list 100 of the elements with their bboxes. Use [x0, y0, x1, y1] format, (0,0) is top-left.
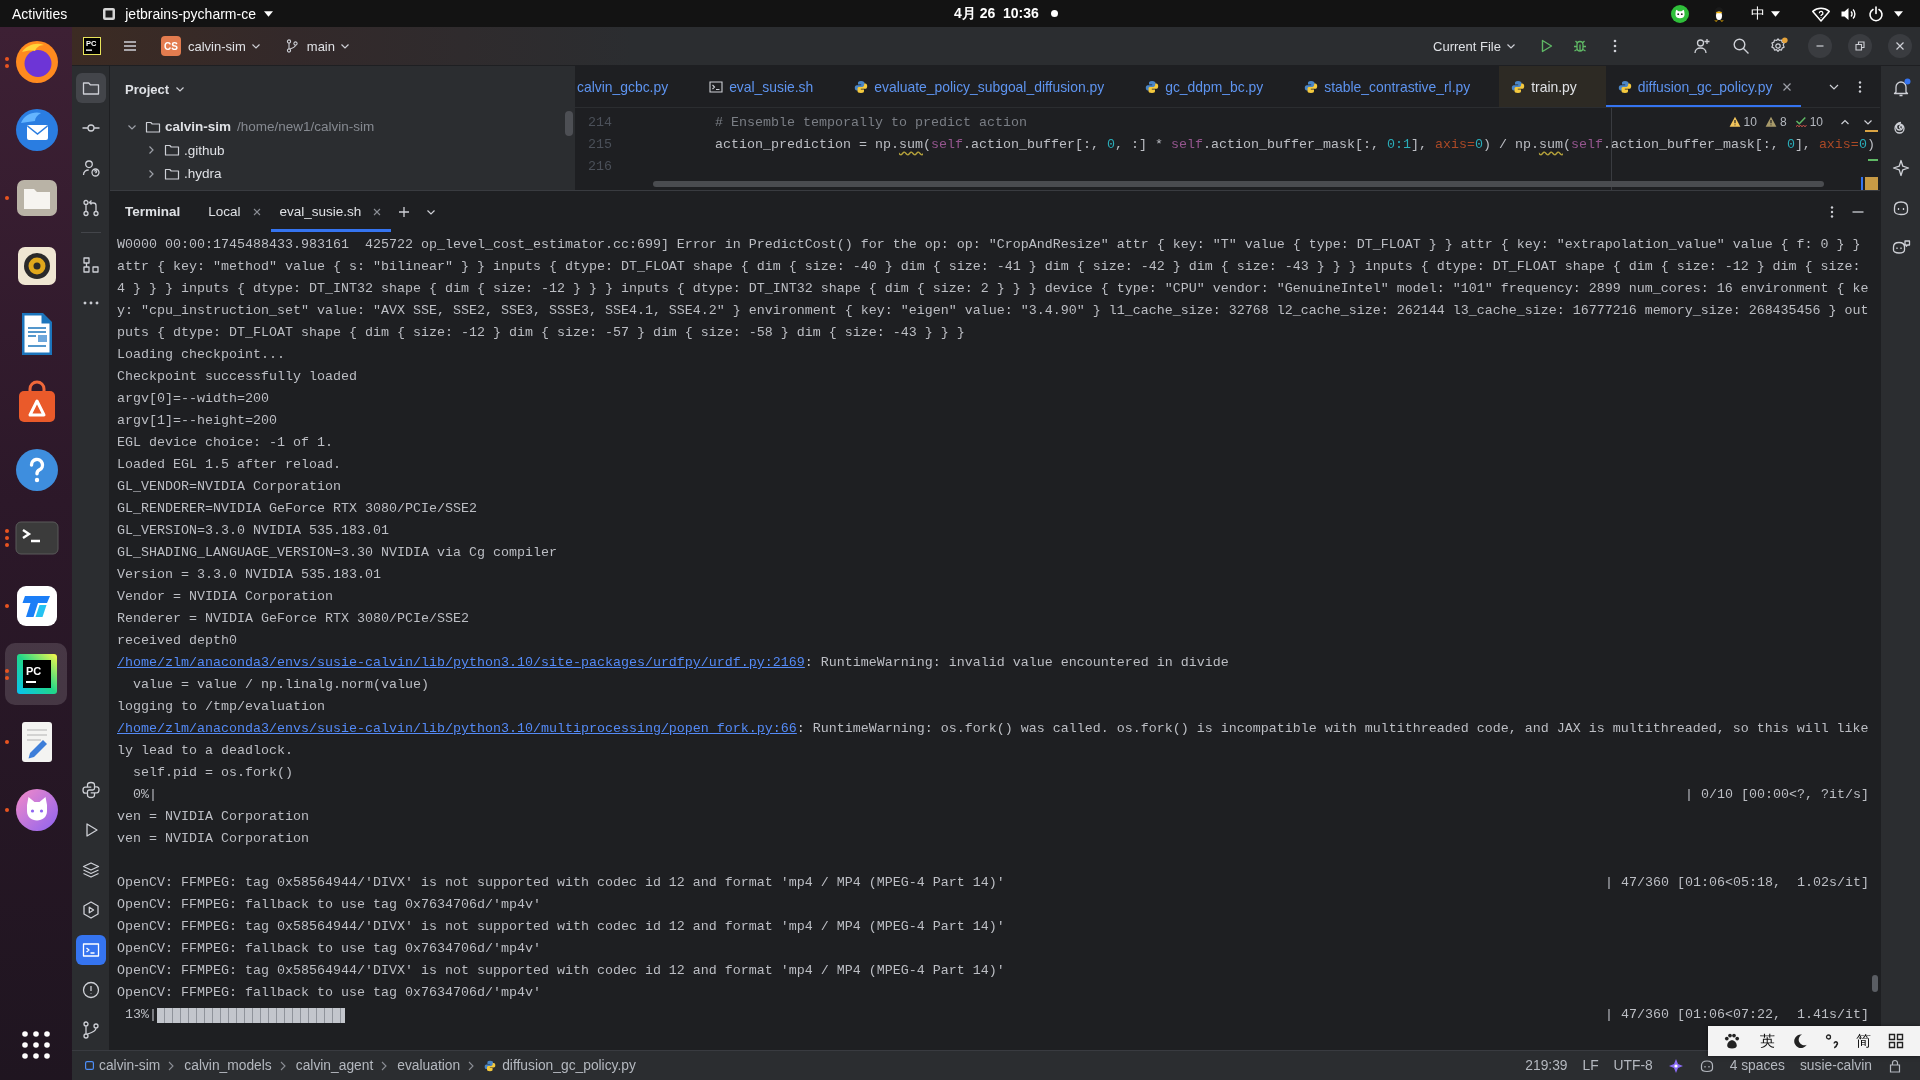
- terminal-line: OpenCV: FFMPEG: tag 0x58564944/'DIVX' is not supported with codec id 12 and format 'mp4 / MP4 (MPEG-4 Part 14)': [117, 918, 1005, 936]
- typos-indicator[interactable]: 10: [1794, 115, 1823, 129]
- close-icon[interactable]: [1781, 80, 1794, 93]
- python-file-icon: [854, 79, 869, 94]
- python-icon[interactable]: [80, 780, 101, 800]
- code-line: action_prediction = np.sum(self.action_buffer[:, 0, :] * self.action_buffer_mask[:, 0:1], axis=0) / np.sum(self.action_buffer_mask[:, 0], axis=0): [715, 136, 1875, 152]
- file-link[interactable]: /home/zlm/anaconda3/envs/susie-calvin/lib/python3.10/site-packages/urdfpy/urdf.py:2169: [117, 655, 805, 670]
- weak-warnings-indicator[interactable]: 8: [1764, 115, 1787, 129]
- hexagon-play-icon[interactable]: [80, 900, 101, 920]
- power-icon[interactable]: [1868, 5, 1884, 22]
- workspace-switcher[interactable]: CS calvin-sim: [161, 32, 261, 60]
- terminal-line: W0000 00:00:1745488433.983161 425722 op_level_cost_estimator.cc:699] Error in PredictCost() for the op: op: "CropAndResize" attr { key: "T" value { type: DT_FLOAT } } attr { key: "extrapolation_value" value { f: 0 } }: [117, 236, 1861, 254]
- language-toggle[interactable]: 英: [1760, 1031, 1775, 1051]
- dock-item[interactable]: PC: [5, 643, 67, 705]
- script-toggle[interactable]: 简: [1856, 1031, 1871, 1051]
- menu-icon[interactable]: [122, 38, 138, 54]
- close-icon[interactable]: [373, 207, 382, 216]
- punctuation-icon[interactable]: [1825, 1033, 1839, 1049]
- file-encoding[interactable]: UTF-8: [1613, 1058, 1653, 1073]
- question-mark-icon[interactable]: [13, 446, 61, 494]
- horizontal-scrollbar[interactable]: [653, 181, 1824, 187]
- terminal-tab[interactable]: eval_susie.sh: [270, 191, 392, 232]
- robot-face-icon[interactable]: [1698, 1057, 1715, 1074]
- chevron-right-icon[interactable]: [146, 145, 156, 156]
- app-menu[interactable]: jetbrains-pycharm-ce: [102, 5, 273, 22]
- warnings-indicator[interactable]: 10: [1728, 115, 1757, 129]
- interpreter-setting[interactable]: susie-calvin: [1799, 1058, 1872, 1073]
- editor-tab[interactable]: train.py: [1499, 66, 1606, 107]
- branch-selector[interactable]: main: [284, 32, 350, 60]
- scrollbar-thumb[interactable]: [1872, 975, 1878, 992]
- caret-icon[interactable]: [1894, 10, 1903, 17]
- editor-tab[interactable]: gc_ddpm_bc.py: [1133, 66, 1293, 107]
- plus-icon[interactable]: [398, 205, 411, 218]
- close-icon[interactable]: [252, 207, 261, 216]
- editor-tab[interactable]: calvin_gcbc.py: [575, 66, 698, 107]
- line-separator[interactable]: LF: [1582, 1058, 1599, 1073]
- input-method-menu[interactable]: 中: [1751, 4, 1780, 23]
- editor-tab[interactable]: evaluate_policy_subgoal_diffusion.py: [842, 66, 1134, 107]
- terminal-line: OpenCV: FFMPEG: tag 0x58564944/'DIVX' is not supported with codec id 12 and format 'mp4 / MP4 (MPEG-4 Part 14)': [117, 962, 1005, 980]
- terminal-icon[interactable]: [75, 935, 106, 965]
- clock[interactable]: 4月 26 10:36: [954, 4, 1039, 23]
- terminal-line: /home/zlm/anaconda3/envs/susie-calvin/lib/python3.10/multiprocessing/popen_fork.py:66: RuntimeWarning: os.fork() was called. os.fork() is incompatible with multithreaded code, and JAX is multithreaded, so this will like: [117, 720, 1869, 738]
- tree-item[interactable]: calvin-sim: [165, 119, 232, 135]
- cat-face-icon[interactable]: [1671, 4, 1689, 23]
- tree-item[interactable]: .hydra: [184, 166, 222, 182]
- activities-button[interactable]: Activities: [12, 5, 68, 22]
- app-window-icon: [102, 6, 117, 21]
- terminal-tab[interactable]: Local: [199, 191, 271, 232]
- user-question-icon[interactable]: [80, 158, 101, 178]
- tree-item[interactable]: .github: [184, 142, 225, 158]
- user-plus-icon[interactable]: [1693, 37, 1711, 55]
- run-configuration-selector[interactable]: Current File: [1427, 32, 1520, 60]
- structure-icon[interactable]: [80, 255, 101, 275]
- editor-tab[interactable]: eval_susie.sh: [697, 66, 843, 107]
- git-branch-icon[interactable]: [80, 1020, 101, 1040]
- chevron-right-icon[interactable]: [146, 168, 156, 179]
- globe-icon[interactable]: [13, 38, 61, 86]
- terminal-line: Loading checkpoint...: [117, 346, 285, 364]
- pull-request-icon[interactable]: [80, 198, 101, 218]
- folder-icon[interactable]: [75, 73, 106, 103]
- app-grid-icon[interactable]: [21, 1030, 51, 1060]
- breadcrumb[interactable]: calvin-sim: [99, 1058, 161, 1073]
- lock-icon[interactable]: [1887, 1057, 1903, 1074]
- editor-tab[interactable]: stable_contrastive_rl.py: [1292, 66, 1500, 107]
- terminal-line: y: "cpu_instruction_set" value: "AVX SSE, SSE2, SSE3, SSSE3, SSE4.1, SSE4.2" } environment { key: "eigen" value: "3.4.90" } l1_cache_size: 32768 l2_cache_size: 262144 l3_cache_size: 16777216 memory_size: 268435456 } out: [117, 302, 1869, 320]
- sparkle-icon[interactable]: [1890, 158, 1911, 178]
- editor-tab[interactable]: diffusion_gc_policy.py: [1605, 66, 1802, 107]
- restore-button[interactable]: [1848, 34, 1872, 58]
- file-link[interactable]: /home/zlm/anaconda3/envs/susie-calvin/lib/python3.10/multiprocessing/popen_fork.py:66: [117, 721, 797, 736]
- penguin-icon[interactable]: [1711, 5, 1727, 22]
- bug-icon[interactable]: [1572, 38, 1588, 54]
- moon-icon[interactable]: [1792, 1033, 1808, 1049]
- terminal-line: argv[1]=--height=200: [117, 412, 277, 430]
- chevron-right-icon: [381, 1060, 388, 1071]
- envelope-icon[interactable]: [13, 106, 61, 154]
- breadcrumb[interactable]: calvin_models: [184, 1058, 272, 1073]
- python-file-icon: [1304, 79, 1319, 94]
- cat-face-icon[interactable]: [13, 786, 61, 834]
- caret-icon: [1771, 10, 1780, 17]
- indent-setting[interactable]: 4 spaces: [1729, 1058, 1785, 1073]
- settings-icon[interactable]: [1770, 37, 1788, 55]
- terminal-line: OpenCV: FFMPEG: tag 0x58564944/'DIVX' is not supported with codec id 12 and format 'mp4 / MP4 (MPEG-4 Part 14)': [117, 874, 1005, 892]
- terminal-line: argv[0]=--width=200: [117, 390, 269, 408]
- caret-icon: [250, 41, 261, 51]
- breadcrumb[interactable]: diffusion_gc_policy.py: [502, 1058, 636, 1073]
- sparkle-icon[interactable]: [1667, 1057, 1684, 1074]
- breadcrumb[interactable]: calvin_agent: [295, 1058, 374, 1073]
- terminal-line: GL_SHADING_LANGUAGE_VERSION=3.30 NVIDIA via Cg compiler: [117, 544, 557, 562]
- search-icon[interactable]: [1732, 37, 1750, 55]
- folder-path: /home/new1/calvin-sim: [237, 119, 375, 135]
- close-button[interactable]: [1888, 34, 1912, 58]
- layers-icon[interactable]: [80, 860, 101, 880]
- breadcrumb[interactable]: evaluation: [397, 1058, 461, 1073]
- grid-icon[interactable]: [1888, 1033, 1904, 1049]
- terminal-line: /home/zlm/anaconda3/envs/susie-calvin/lib/python3.10/site-packages/urdfpy/urdf.py:2169: RuntimeWarning: invalid value encountered in divide: [117, 654, 1229, 672]
- scrollbar-thumb[interactable]: [565, 111, 573, 136]
- volume-icon[interactable]: [1840, 5, 1856, 22]
- cursor-position[interactable]: 219:39: [1525, 1058, 1568, 1073]
- project-view-selector[interactable]: Project: [125, 78, 186, 100]
- minimize-button[interactable]: [1808, 34, 1832, 58]
